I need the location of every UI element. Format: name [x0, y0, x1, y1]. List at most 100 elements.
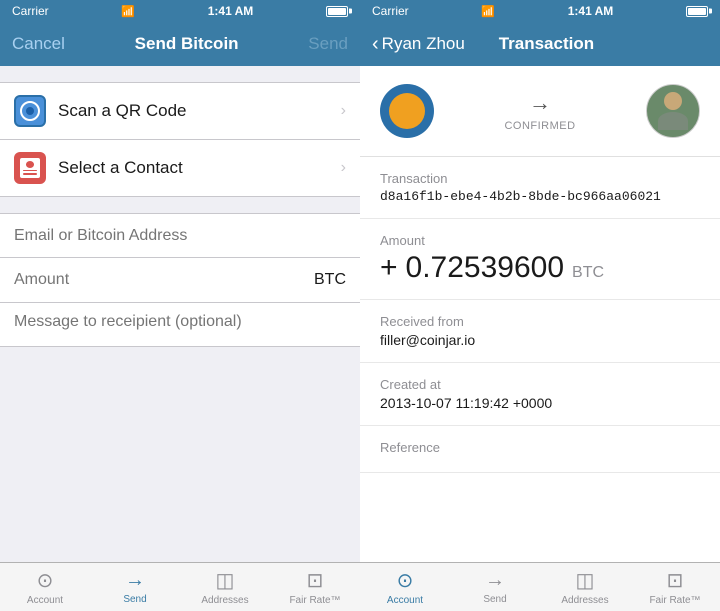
amount-value: + 0.72539600 BTC — [380, 251, 700, 285]
email-bitcoin-input[interactable] — [14, 227, 346, 245]
tab-addresses-1[interactable]: ◫ Addresses — [180, 563, 270, 611]
tab-bar-1: ⊙ Account → Send ◫ Addresses ⊡ Fair Rate… — [0, 562, 360, 611]
recipient-avatar — [646, 84, 700, 138]
transaction-header: → CONFIRMED — [360, 66, 720, 157]
scan-qr-label: Scan a QR Code — [58, 101, 341, 121]
tab-fairrate-1[interactable]: ⊡ Fair Rate™ — [270, 563, 360, 611]
contact-circle — [26, 161, 34, 168]
nav-bar-2: ‹ Ryan Zhou Transaction — [360, 22, 720, 66]
time-1: 1:41 AM — [208, 4, 254, 18]
send-label-1: Send — [123, 594, 146, 605]
contact-line-2 — [23, 173, 37, 175]
amount-input[interactable] — [14, 271, 306, 289]
txn-id-label: Transaction — [380, 171, 700, 186]
fairrate-icon-2: ⊡ — [667, 568, 684, 593]
input-section: BTC — [0, 213, 360, 303]
send-button[interactable]: Send — [308, 34, 348, 54]
nav-bar-1: Cancel Send Bitcoin Send — [0, 22, 360, 66]
email-input-row — [0, 214, 360, 258]
tab-send-2[interactable]: → Send — [450, 563, 540, 611]
message-input[interactable] — [14, 313, 346, 331]
fairrate-label-2: Fair Rate™ — [649, 595, 700, 606]
send-label-2: Send — [483, 594, 506, 605]
carrier-1: Carrier — [12, 4, 49, 18]
cancel-button[interactable]: Cancel — [12, 34, 65, 54]
reference-label: Reference — [380, 440, 700, 455]
confirmed-label: CONFIRMED — [504, 120, 575, 132]
created-at-section: Created at 2013-10-07 11:19:42 +0000 — [360, 363, 720, 426]
fairrate-label-1: Fair Rate™ — [289, 595, 340, 606]
person-body — [658, 112, 688, 130]
scan-qr-row[interactable]: Scan a QR Code › — [0, 83, 360, 140]
phone-transaction: Carrier 📶 1:41 AM ‹ Ryan Zhou Transactio… — [360, 0, 720, 611]
memo-row — [0, 303, 360, 347]
amount-section: Amount + 0.72539600 BTC — [360, 219, 720, 300]
transaction-title: Transaction — [499, 34, 594, 54]
person-head — [664, 92, 682, 110]
confirmed-status: → CONFIRMED — [504, 90, 575, 132]
nav2-title-wrap: Transaction — [499, 34, 594, 54]
send-icon-1: → — [125, 569, 145, 592]
sender-avatar — [380, 84, 434, 138]
send-bitcoin-title: Send Bitcoin — [135, 34, 239, 54]
amount-input-row: BTC — [0, 258, 360, 302]
battery-2 — [686, 6, 708, 17]
chevron-icon-contact: › — [341, 159, 346, 177]
action-table: Scan a QR Code › Select a Contact › — [0, 82, 360, 197]
tab-fairrate-2[interactable]: ⊡ Fair Rate™ — [630, 563, 720, 611]
tab-bar-2: ⊙ Account → Send ◫ Addresses ⊡ Fair Rate… — [360, 562, 720, 611]
person-silhouette — [658, 92, 688, 130]
wifi-icon-1: 📶 — [121, 5, 135, 18]
phone-send-bitcoin: Carrier 📶 1:41 AM Cancel Send Bitcoin Se… — [0, 0, 360, 611]
received-from-value: filler@coinjar.io — [380, 332, 700, 348]
avatar-inner-circle — [389, 93, 425, 129]
tab-addresses-2[interactable]: ◫ Addresses — [540, 563, 630, 611]
addresses-icon-1: ◫ — [216, 568, 235, 593]
reference-section: Reference — [360, 426, 720, 473]
transaction-content: Transaction d8a16f1b-ebe4-4b2b-8bde-bc96… — [360, 157, 720, 562]
received-from-section: Received from filler@coinjar.io — [360, 300, 720, 363]
battery-fill-2 — [688, 8, 706, 15]
select-contact-row[interactable]: Select a Contact › — [0, 140, 360, 196]
qr-eye — [20, 101, 40, 121]
amount-prefix: + — [380, 251, 398, 285]
blank-area — [0, 347, 360, 562]
tab-account-2[interactable]: ⊙ Account — [360, 563, 450, 611]
amount-label: Amount — [380, 233, 700, 248]
currency-label: BTC — [314, 271, 346, 289]
qr-pupil — [26, 107, 34, 115]
contact-line-1 — [23, 170, 37, 172]
tab-account-1[interactable]: ⊙ Account — [0, 563, 90, 611]
addresses-label-2: Addresses — [561, 595, 608, 606]
created-at-value: 2013-10-07 11:19:42 +0000 — [380, 395, 700, 411]
account-icon-2: ⊙ — [397, 568, 414, 593]
amount-number: 0.72539600 — [406, 251, 565, 285]
back-button[interactable]: ‹ Ryan Zhou — [372, 33, 465, 56]
contact-book — [20, 158, 40, 178]
battery-icon — [326, 6, 348, 17]
account-label-2: Account — [387, 595, 423, 606]
addresses-label-1: Addresses — [201, 595, 248, 606]
chevron-icon-qr: › — [341, 102, 346, 120]
account-label-1: Account — [27, 595, 63, 606]
battery-1 — [326, 6, 348, 17]
send-icon-2: → — [485, 569, 505, 592]
battery-fill — [328, 8, 346, 15]
addresses-icon-2: ◫ — [576, 568, 595, 593]
fairrate-icon-1: ⊡ — [307, 568, 324, 593]
txn-id-section: Transaction d8a16f1b-ebe4-4b2b-8bde-bc96… — [360, 157, 720, 219]
carrier-2: Carrier — [372, 4, 409, 18]
status-bar-2: Carrier 📶 1:41 AM — [360, 0, 720, 22]
back-label: Ryan Zhou — [382, 34, 465, 54]
select-contact-label: Select a Contact — [58, 158, 341, 178]
tab-send-1[interactable]: → Send — [90, 563, 180, 611]
send-content: Scan a QR Code › Select a Contact › — [0, 66, 360, 562]
received-from-label: Received from — [380, 314, 700, 329]
arrow-icon: → — [529, 90, 551, 116]
back-arrow-icon: ‹ — [372, 33, 379, 56]
contact-icon — [14, 152, 46, 184]
wifi-icon-2: 📶 — [481, 5, 495, 18]
time-2: 1:41 AM — [568, 4, 614, 18]
qr-icon — [14, 95, 46, 127]
account-icon-1: ⊙ — [37, 568, 54, 593]
